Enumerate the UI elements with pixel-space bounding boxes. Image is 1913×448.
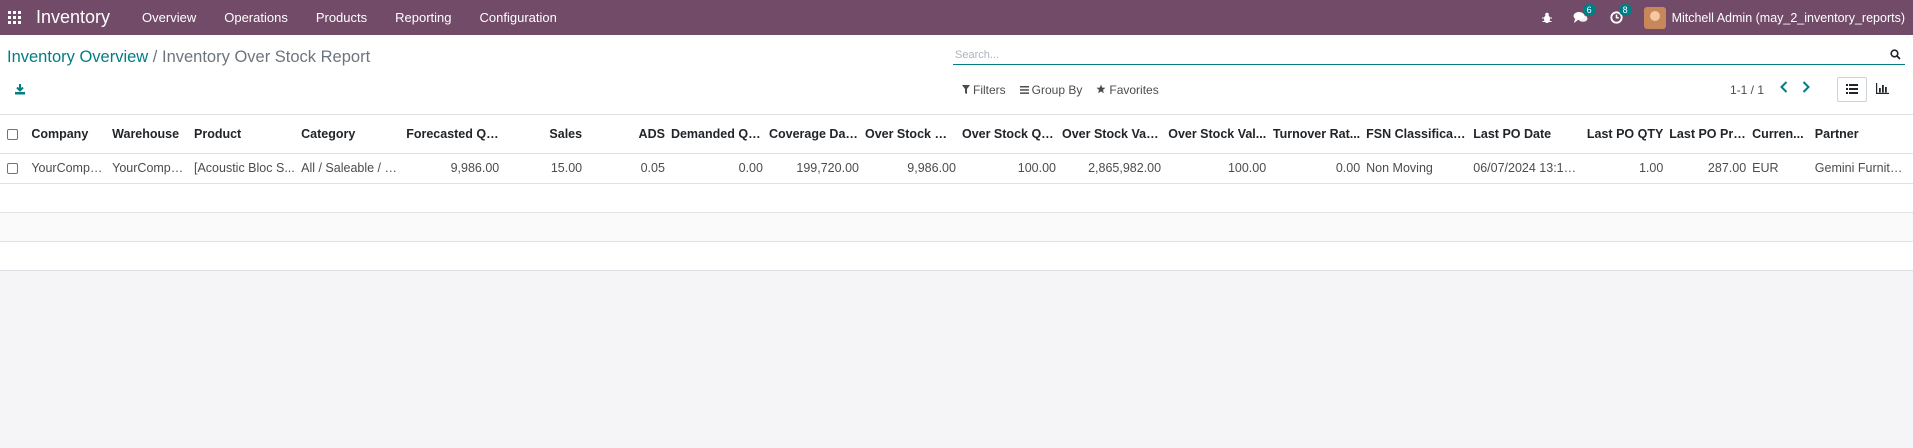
graph-view-button[interactable] xyxy=(1867,77,1897,102)
messages-icon[interactable]: 6 xyxy=(1566,0,1596,35)
search-input[interactable] xyxy=(953,45,1873,64)
breadcrumb-separator: / xyxy=(148,48,162,66)
pager-arrows xyxy=(1780,81,1810,96)
view-switcher xyxy=(1837,77,1897,102)
column-header[interactable]: Sales xyxy=(505,115,589,154)
breadcrumb: Inventory Overview / Inventory Over Stoc… xyxy=(7,48,370,67)
search-icon[interactable] xyxy=(1890,48,1901,63)
report-table-container: Company Warehouse Product Category Forec… xyxy=(0,115,1913,271)
cell-last-po-price[interactable]: 287.00 xyxy=(1669,153,1753,184)
breadcrumb-parent-link[interactable]: Inventory Overview xyxy=(7,48,148,66)
column-header[interactable]: Demanded QTY xyxy=(670,115,769,154)
cell-over-stock-value-pct[interactable]: 100.00 xyxy=(1167,153,1273,184)
bar-chart-icon xyxy=(1875,82,1889,97)
column-header[interactable]: FSN Classificat... xyxy=(1366,115,1474,154)
app-brand[interactable]: Inventory xyxy=(36,7,110,28)
filters-label: Filters xyxy=(973,83,1006,97)
menu-configuration[interactable]: Configuration xyxy=(480,10,557,25)
cell-forecasted-qty[interactable]: 9,986.00 xyxy=(406,153,506,184)
group-by-label: Group By xyxy=(1031,83,1083,97)
column-header[interactable]: Turnover Rat... xyxy=(1272,115,1367,154)
column-header[interactable]: Company xyxy=(31,115,113,154)
debug-bug-icon[interactable] xyxy=(1532,0,1562,35)
column-header[interactable]: Forecasted QTY xyxy=(406,115,506,154)
table-row[interactable]: YourCompa... YourCompa... [Acoustic Bloc… xyxy=(0,153,1913,184)
column-header[interactable]: Last PO Price xyxy=(1669,115,1753,154)
empty-row-cell xyxy=(0,241,1913,271)
cell-turnover-ratio[interactable]: 0.00 xyxy=(1272,153,1367,184)
cell-category[interactable]: All / Saleable / O... xyxy=(301,153,407,184)
favorites-button[interactable]: Favorites xyxy=(1096,83,1159,97)
apps-menu-icon[interactable] xyxy=(8,10,22,25)
column-header[interactable]: Over Stock Val... xyxy=(1167,115,1273,154)
cell-coverage-days[interactable]: 199,720.00 xyxy=(768,153,865,184)
activities-badge: 8 xyxy=(1618,4,1632,16)
cell-last-po-qty[interactable]: 1.00 xyxy=(1584,153,1670,184)
download-icon[interactable] xyxy=(14,83,28,97)
cell-ads[interactable]: 0.05 xyxy=(588,153,671,184)
column-header[interactable]: Over Stock QT... xyxy=(961,115,1062,154)
favorites-star-icon xyxy=(1096,83,1106,97)
pager-next-icon[interactable] xyxy=(1802,81,1810,96)
empty-row xyxy=(0,183,1913,213)
cell-last-po-date[interactable]: 06/07/2024 13:19:19 xyxy=(1473,153,1585,184)
menu-operations[interactable]: Operations xyxy=(224,10,288,25)
empty-row xyxy=(0,241,1913,271)
column-header[interactable]: Partner xyxy=(1814,115,1913,154)
column-header[interactable]: Coverage Days xyxy=(768,115,865,154)
user-name[interactable]: Mitchell Admin (may_2_inventory_reports) xyxy=(1672,11,1905,25)
row-select-cell xyxy=(0,153,32,184)
empty-row-cell xyxy=(0,183,1913,213)
list-view-button[interactable] xyxy=(1837,77,1867,102)
list-view-icon xyxy=(1846,82,1858,97)
control-panel: Inventory Overview / Inventory Over Stoc… xyxy=(0,35,1913,115)
cell-partner[interactable]: Gemini Furnitu... xyxy=(1814,153,1913,184)
cell-over-stock-qty-pct[interactable]: 100.00 xyxy=(961,153,1062,184)
row-checkbox[interactable] xyxy=(7,163,18,175)
column-header[interactable]: Last PO QTY xyxy=(1584,115,1670,154)
cell-currency[interactable]: EUR xyxy=(1752,153,1815,184)
column-header[interactable]: Category xyxy=(301,115,407,154)
cell-warehouse[interactable]: YourCompa... xyxy=(112,153,194,184)
cell-fsn-classification[interactable]: Non Moving xyxy=(1366,153,1474,184)
cell-over-stock-qty[interactable]: 9,986.00 xyxy=(864,153,962,184)
group-by-bars-icon xyxy=(1019,83,1029,97)
cell-sales[interactable]: 15.00 xyxy=(505,153,589,184)
menu-products[interactable]: Products xyxy=(316,10,367,25)
empty-row xyxy=(0,212,1913,242)
user-avatar[interactable] xyxy=(1643,6,1666,29)
top-navbar: Inventory Overview Operations Products R… xyxy=(0,0,1913,35)
group-by-button[interactable]: Group By xyxy=(1019,83,1083,97)
column-header[interactable]: Warehouse xyxy=(112,115,194,154)
cell-demanded-qty[interactable]: 0.00 xyxy=(670,153,769,184)
column-header[interactable]: Over Stock QTY xyxy=(864,115,962,154)
cell-product[interactable]: [Acoustic Bloc S... xyxy=(194,153,302,184)
menu-reporting[interactable]: Reporting xyxy=(395,10,451,25)
search-bar xyxy=(953,45,1905,65)
column-header[interactable]: Last PO Date xyxy=(1473,115,1585,154)
search-options: Filters Group By Favorites xyxy=(962,83,1159,97)
table-header-row: Company Warehouse Product Category Forec… xyxy=(0,115,1913,154)
pager-value[interactable]: 1-1 / 1 xyxy=(1730,83,1764,97)
messages-badge: 6 xyxy=(1582,4,1596,16)
select-all-checkbox[interactable] xyxy=(7,128,18,140)
empty-row-cell xyxy=(0,212,1913,242)
cell-over-stock-value[interactable]: 2,865,982.00 xyxy=(1062,153,1168,184)
filter-funnel-icon xyxy=(962,83,970,97)
menu-overview[interactable]: Overview xyxy=(142,10,196,25)
cell-company[interactable]: YourCompa... xyxy=(31,153,113,184)
filters-button[interactable]: Filters xyxy=(962,83,1006,97)
column-header[interactable]: Curren... xyxy=(1752,115,1815,154)
activities-clock-icon[interactable]: 8 xyxy=(1602,0,1632,35)
pager-previous-icon[interactable] xyxy=(1780,81,1788,96)
over-stock-report-table: Company Warehouse Product Category Forec… xyxy=(0,115,1913,271)
column-header[interactable]: Product xyxy=(194,115,302,154)
select-all-cell xyxy=(0,115,32,154)
breadcrumb-current: Inventory Over Stock Report xyxy=(161,48,371,66)
column-header[interactable]: Over Stock Value xyxy=(1062,115,1168,154)
favorites-label: Favorites xyxy=(1109,83,1159,97)
column-header[interactable]: ADS xyxy=(588,115,671,154)
